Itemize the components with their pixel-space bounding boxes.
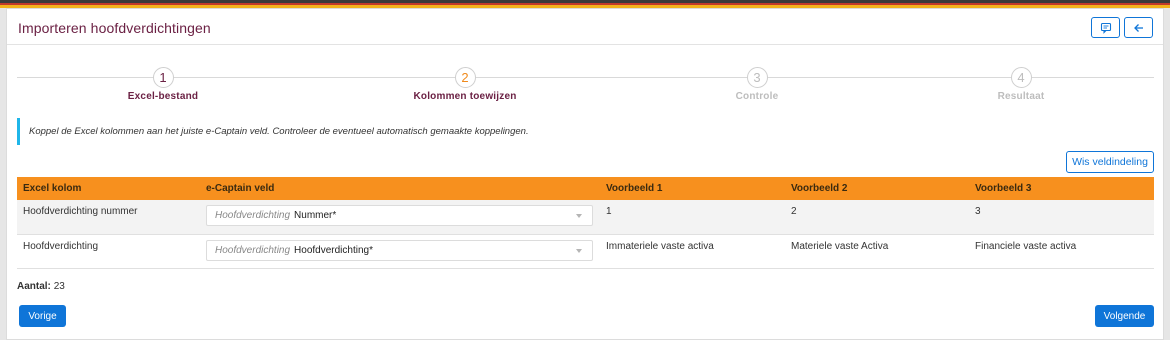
field-select[interactable]: Hoofdverdichting Hoofdverdichting* [206,239,593,261]
clear-mapping-button[interactable]: Wis veldindeling [1066,151,1154,173]
info-message: Koppel de Excel kolommen aan het juiste … [17,118,717,145]
table-row: Hoofdverdichting nummer Hoofdverdichting… [17,200,1154,235]
table-row: Hoofdverdichting Hoofdverdichting Hoofdve… [17,234,1154,269]
column-header: Voorbeeld 3 [969,177,1154,200]
row-count: Aantal: 23 [17,281,65,292]
page-title: Importeren hoofdverdichtingen [18,20,211,36]
field-select[interactable]: Hoofdverdichting Nummer* [206,205,593,226]
column-header: Voorbeeld 1 [600,177,785,200]
excel-column-cell: Hoofdverdichting nummer [17,200,200,235]
mapping-table: Excel kolom e-Captain veld Voorbeeld 1 V… [17,177,1154,269]
step-number: 1 [152,67,174,88]
column-header: Excel kolom [17,177,200,200]
chevron-down-icon [576,248,582,253]
comment-button[interactable] [1091,17,1120,38]
example-1-cell: 1 [600,200,785,235]
field-select-prefix: Hoofdverdichting [215,244,291,256]
step-kolommen-toewijzen[interactable]: 2 Kolommen toewijzen [385,67,545,102]
step-excel-bestand[interactable]: 1 Excel-bestand [83,67,243,102]
example-3-cell: Financiele vaste activa [969,234,1154,269]
import-card: Importeren hoofdverdichtingen 1 Excel-be… [6,8,1164,340]
field-cell: Hoofdverdichting Hoofdverdichting* [200,234,600,269]
back-button[interactable] [1124,17,1153,38]
row-count-value: 23 [53,281,65,292]
example-1-cell: Immateriele vaste activa [600,234,785,269]
chevron-down-icon [576,214,582,218]
excel-column-cell: Hoofdverdichting [17,234,200,269]
next-button[interactable]: Volgende [1095,305,1154,327]
table-header-row: Excel kolom e-Captain veld Voorbeeld 1 V… [17,177,1154,200]
step-label: Resultaat [997,91,1045,102]
step-label: Kolommen toewijzen [413,91,517,102]
step-number: 4 [1010,67,1032,88]
column-header: e-Captain veld [200,177,600,200]
field-select-value: Nummer* [294,210,337,221]
field-select-prefix: Hoofdverdichting [215,210,291,221]
previous-button[interactable]: Vorige [19,305,66,327]
step-number: 3 [746,67,768,88]
step-controle[interactable]: 3 Controle [677,67,837,102]
example-3-cell: 3 [969,200,1154,235]
wizard-stepper: 1 Excel-bestand 2 Kolommen toewijzen 3 C… [17,67,1154,117]
step-resultaat[interactable]: 4 Resultaat [941,67,1101,102]
arrow-left-icon [1133,22,1145,34]
example-2-cell: Materiele vaste Activa [785,234,969,269]
top-flag-stripe [0,0,1170,8]
comment-icon [1100,22,1112,34]
row-count-label: Aantal: [17,281,51,292]
field-cell: Hoofdverdichting Nummer* [200,200,600,235]
column-header: Voorbeeld 2 [785,177,969,200]
step-label: Controle [735,91,779,102]
field-select-value: Hoofdverdichting* [294,244,373,256]
step-label: Excel-bestand [127,91,199,102]
step-number: 2 [454,67,476,88]
example-2-cell: 2 [785,200,969,235]
card-header: Importeren hoofdverdichtingen [7,9,1163,45]
